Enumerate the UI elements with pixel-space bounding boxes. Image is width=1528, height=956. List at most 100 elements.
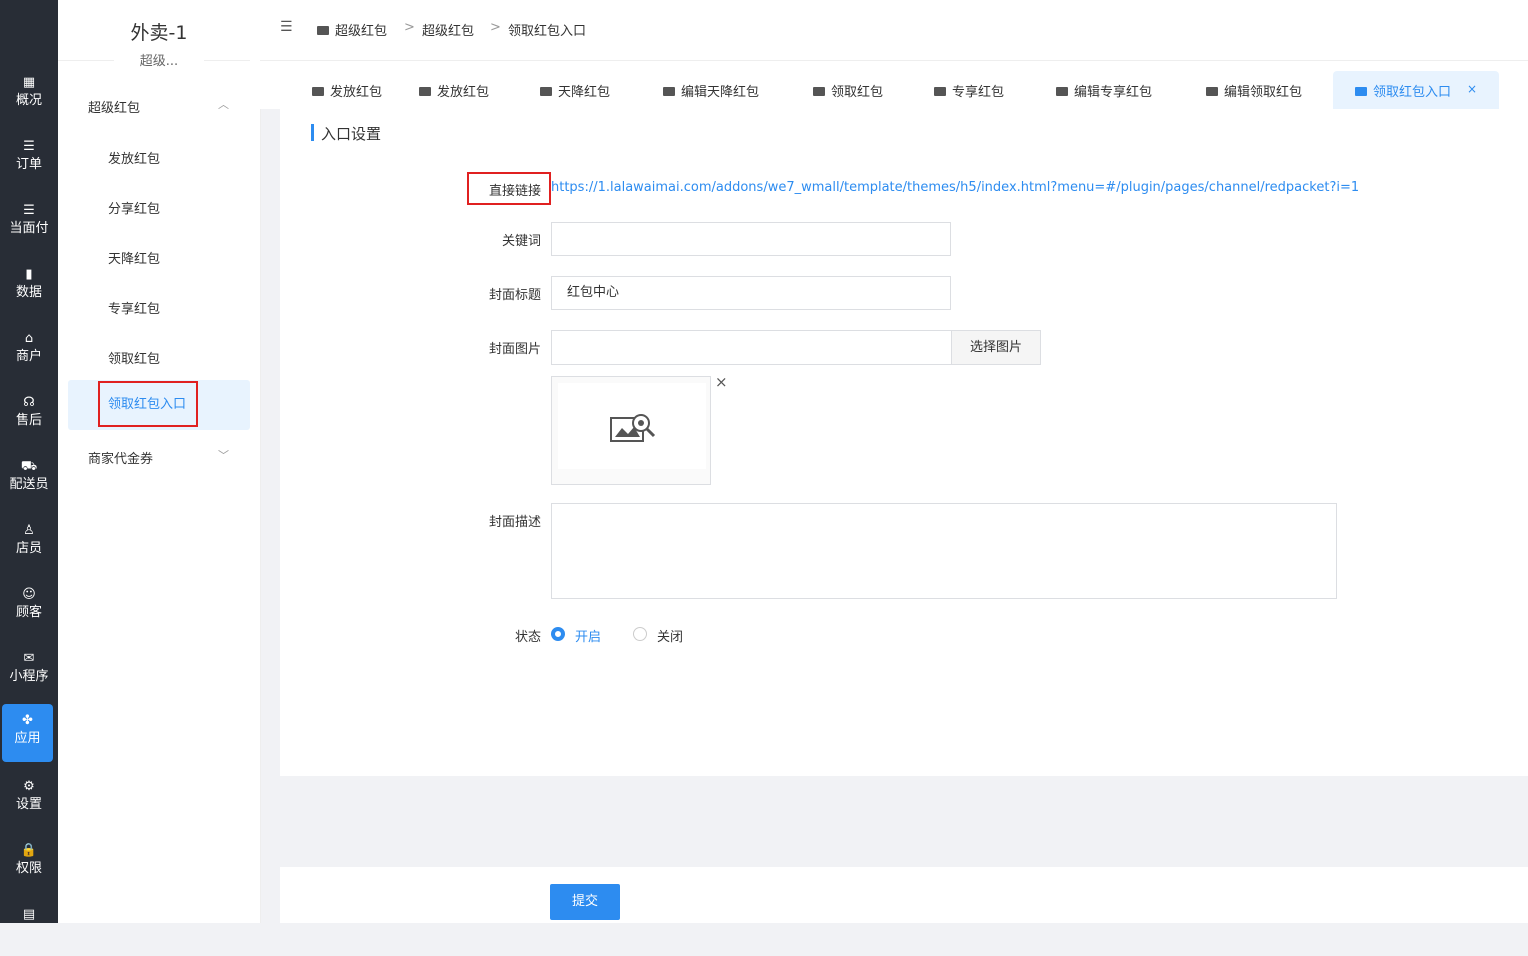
rail-item-label: 设置 (15, 797, 42, 812)
tab-active[interactable]: 领取红包入口 (1355, 81, 1451, 100)
lock-icon: 🔒 (20, 843, 38, 858)
rail-item[interactable]: ▤ (0, 898, 58, 956)
shop-name[interactable]: 外卖-1 (58, 18, 260, 45)
bar-chart-icon: ▮ (25, 267, 33, 282)
wechat-icon: ✉ (23, 651, 35, 666)
section-accent (311, 124, 314, 141)
section-title: 入口设置 (321, 125, 382, 143)
direct-link[interactable]: https://1.lalawaimai.com/addons/we7_wmal… (551, 180, 1359, 195)
keyword-label: 关键词 (501, 234, 541, 249)
cover-desc-textarea[interactable] (551, 503, 1337, 599)
headset-icon: ☊ (23, 395, 35, 410)
main-rail: ▦ 概况 ☰ 订单 ☰ 当面付 ▮ 数据 ⌂ 商户 ☊ 售后 ⛟ 配送员 ♙ 店员 ☺ 顾客 ✉ 小程序 ✤ 应用 ⚙ 设置 🔒… (0, 0, 58, 923)
envelope-icon (813, 87, 825, 96)
tab[interactable]: 编辑领取红包 (1206, 81, 1302, 100)
cover-title-input[interactable]: 红包中心 (551, 276, 951, 310)
chevron-up-icon[interactable]: ︿ (218, 96, 229, 112)
radio-on[interactable] (551, 627, 565, 641)
envelope-icon (934, 87, 946, 96)
radio-on-label[interactable]: 开启 (575, 626, 601, 645)
footer-bar (280, 867, 1528, 923)
image-preview (551, 376, 711, 485)
envelope-icon (663, 87, 675, 96)
rail-item[interactable]: ⌂ 商户 (0, 322, 58, 380)
rail-item-label: 权限 (15, 861, 42, 876)
rail-item[interactable]: ☰ 当面付 (0, 194, 58, 252)
rail-item[interactable]: ♙ 店员 (0, 514, 58, 572)
breadcrumb-separator: > (490, 20, 501, 35)
nav-item-share-redpacket[interactable]: 分享红包 (108, 198, 160, 217)
radio-off-label[interactable]: 关闭 (657, 626, 683, 645)
breadcrumb-item[interactable]: 超级红包 (422, 20, 474, 39)
rail-item-label: 订单 (15, 157, 42, 172)
settings-icon: ⚙ (23, 779, 35, 794)
nav-group-coupons[interactable]: 商家代金券 (88, 448, 153, 467)
rail-item-label: 数据 (15, 285, 42, 300)
link-label: 直接链接 (488, 184, 541, 199)
rail-item-label: 配送员 (9, 477, 49, 492)
dashboard-icon: ▦ (22, 75, 36, 90)
nav-item-sky-redpacket[interactable]: 天降红包 (108, 248, 160, 267)
image-search-icon (610, 414, 656, 442)
envelope-icon (312, 87, 324, 96)
rail-item[interactable]: ✉ 小程序 (0, 642, 58, 700)
rail-item-label: 概况 (15, 93, 42, 108)
tab[interactable]: 编辑天降红包 (663, 81, 759, 100)
chevron-down-icon[interactable]: ﹀ (218, 447, 229, 463)
rail-item[interactable]: ⛟ 配送员 (0, 450, 58, 508)
user-icon: ♙ (23, 523, 35, 538)
tab[interactable]: 天降红包 (540, 81, 610, 100)
close-icon[interactable]: × (1467, 82, 1477, 96)
envelope-icon (540, 87, 552, 96)
rail-item-label: 顾客 (15, 605, 42, 620)
scooter-icon: ⛟ (20, 459, 38, 474)
nav-item-claim-entry[interactable]: 领取红包入口 (98, 381, 198, 427)
tab[interactable]: 发放红包 (312, 81, 382, 100)
nav-group-super-redpacket[interactable]: 超级红包 (88, 97, 140, 116)
rail-item-label: 售后 (15, 413, 42, 428)
cover-title-label: 封面标题 (488, 288, 541, 303)
rail-item[interactable]: ☊ 售后 (0, 386, 58, 444)
envelope-icon (317, 26, 329, 35)
rail-item[interactable]: ⚙ 设置 (0, 770, 58, 828)
rail-item-label: 当面付 (9, 221, 49, 236)
image-placeholder (558, 383, 706, 469)
tab[interactable]: 专享红包 (934, 81, 1004, 100)
nav-item-claim-redpacket[interactable]: 领取红包 (108, 348, 160, 367)
list-icon: ☰ (23, 203, 35, 218)
rail-item[interactable]: ✤ 应用 (2, 704, 53, 762)
radio-off[interactable] (633, 627, 647, 641)
breadcrumb-bar: ☰ 超级红包 > 超级红包 > 领取红包入口 (260, 0, 1528, 61)
keyword-input[interactable] (551, 222, 951, 256)
rail-item[interactable]: ☰ 订单 (0, 130, 58, 188)
cover-image-label: 封面图片 (488, 342, 541, 357)
tab[interactable]: 发放红包 (419, 81, 489, 100)
menu-toggle-icon[interactable]: ☰ (280, 19, 293, 35)
submit-button[interactable]: 提交 (550, 884, 620, 920)
store-icon: ⌂ (24, 331, 34, 346)
status-label: 状态 (514, 630, 541, 645)
sub-nav: 外卖-1 超级... 超级红包 ︿ 发放红包 分享红包 天降红包 专享红包 领取… (58, 0, 261, 923)
rail-item[interactable]: ▮ 数据 (0, 258, 58, 316)
rail-item[interactable]: ▦ 概况 (0, 66, 58, 124)
tab[interactable]: 编辑专享红包 (1056, 81, 1152, 100)
remove-image-icon[interactable]: × (715, 373, 728, 391)
pick-image-button[interactable]: 选择图片 (951, 330, 1041, 365)
form-card (280, 109, 1528, 776)
rail-item[interactable]: ☺ 顾客 (0, 578, 58, 636)
tab[interactable]: 领取红包 (813, 81, 883, 100)
breadcrumb-item[interactable]: 超级红包 (317, 20, 387, 39)
customer-icon: ☺ (22, 587, 36, 602)
rail-item-label: 商户 (15, 349, 42, 364)
breadcrumb-separator: > (404, 20, 415, 35)
apps-icon: ✤ (22, 713, 33, 728)
rail-item[interactable]: 🔒 权限 (0, 834, 58, 892)
rail-item-label: 应用 (14, 731, 41, 746)
envelope-icon (1206, 87, 1218, 96)
divider (58, 60, 260, 61)
breadcrumb-current: 领取红包入口 (508, 24, 587, 39)
nav-item-exclusive-redpacket[interactable]: 专享红包 (108, 298, 160, 317)
nav-item-issue-redpacket[interactable]: 发放红包 (108, 148, 160, 167)
envelope-icon (1355, 87, 1367, 96)
cover-image-input[interactable] (551, 330, 952, 365)
